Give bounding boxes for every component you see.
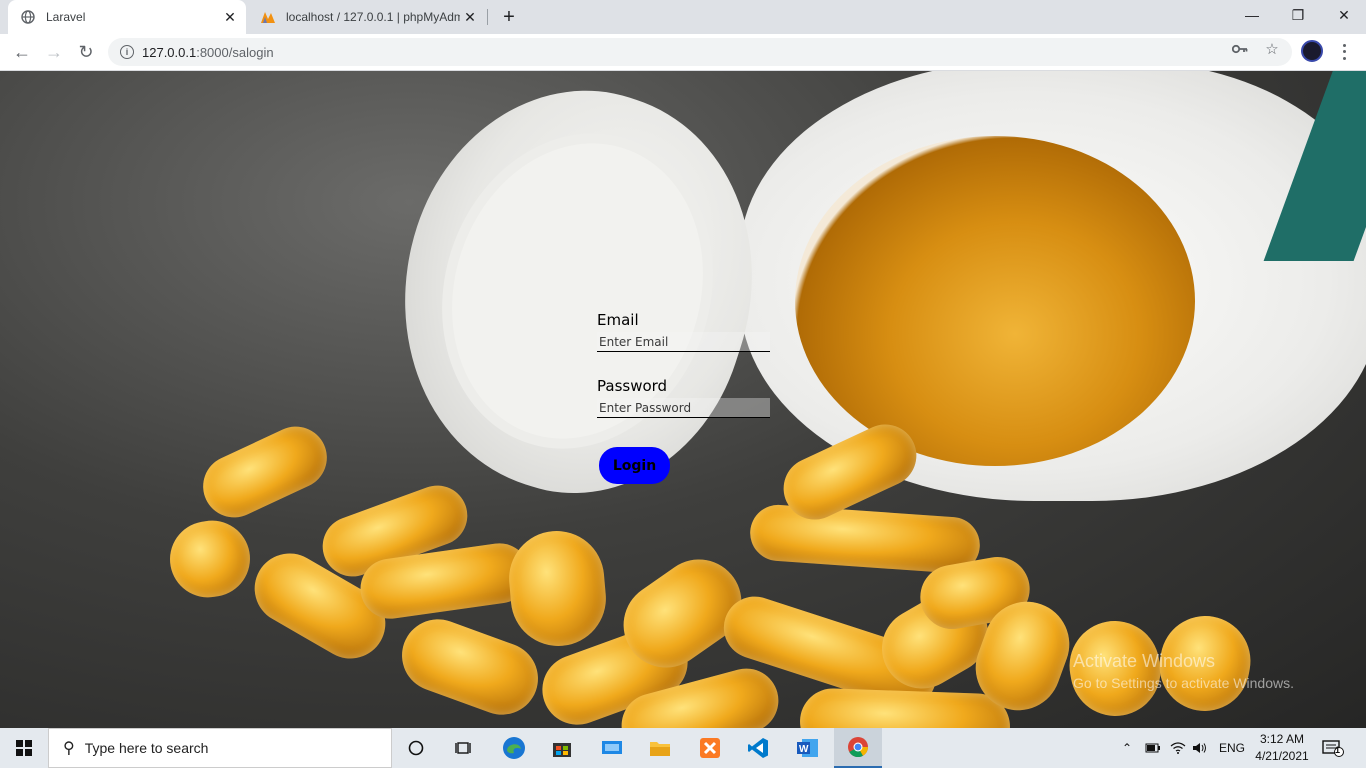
password-label: Password <box>597 377 668 395</box>
login-button[interactable]: Login <box>599 447 670 484</box>
restore-button[interactable]: ❐ <box>1275 0 1321 30</box>
remote-desktop-icon[interactable] <box>588 728 636 768</box>
start-button[interactable] <box>0 728 48 768</box>
browser-toolbar: ← → ↻ i 127.0.0.1:8000/salogin ☆ <box>0 34 1366 71</box>
info-icon[interactable]: i <box>120 45 134 59</box>
edge-icon[interactable] <box>490 728 538 768</box>
search-icon: ⚲ <box>63 740 75 757</box>
key-icon[interactable] <box>1231 40 1249 58</box>
password-field[interactable] <box>597 398 770 418</box>
taskbar-search[interactable]: ⚲ Type here to search <box>48 728 392 768</box>
show-hidden-icons-icon[interactable]: ⌃ <box>1122 728 1132 768</box>
login-page: Email Password Login Activate Windows Go… <box>0 71 1366 728</box>
tab-divider <box>487 9 488 25</box>
watermark-title: Activate Windows <box>1073 651 1216 671</box>
svg-text:W: W <box>799 744 809 755</box>
address-bar[interactable]: i 127.0.0.1:8000/salogin <box>108 38 1292 66</box>
tab-close-icon[interactable]: ✕ <box>460 7 480 27</box>
windows-icon <box>16 740 32 756</box>
vscode-icon[interactable] <box>734 728 782 768</box>
globe-icon <box>20 9 36 25</box>
email-label: Email <box>597 311 639 329</box>
wifi-icon[interactable] <box>1170 728 1186 768</box>
email-field[interactable] <box>597 332 770 352</box>
chrome-icon[interactable] <box>834 728 882 768</box>
volume-icon[interactable] <box>1192 728 1208 768</box>
taskbar: ⚲ Type here to search W ⌃ ENG 3:12 AM 4/… <box>0 728 1366 768</box>
back-button[interactable]: ← <box>8 38 36 66</box>
new-tab-button[interactable]: + <box>498 6 520 28</box>
tab-strip: Laravel ✕ localhost / 127.0.0.1 | phpMyA… <box>0 0 1366 34</box>
activate-windows-watermark: Activate Windows Go to Settings to activ… <box>1073 651 1294 691</box>
cortana-icon[interactable] <box>392 728 440 768</box>
notification-center-icon[interactable]: 1 <box>1322 728 1344 768</box>
xampp-icon[interactable] <box>686 728 734 768</box>
tab-laravel[interactable]: Laravel ✕ <box>8 0 246 34</box>
clock-date: 4/21/2021 <box>1255 749 1309 763</box>
tab-phpmyadmin[interactable]: localhost / 127.0.0.1 | phpMyAdmin ✕ <box>250 0 486 34</box>
notification-count: 1 <box>1335 745 1341 755</box>
url-text: 127.0.0.1:8000/salogin <box>142 45 274 60</box>
tab-title: Laravel <box>46 10 86 24</box>
phpmyadmin-icon <box>260 9 276 25</box>
word-icon[interactable]: W <box>784 728 832 768</box>
language-indicator[interactable]: ENG <box>1219 728 1245 768</box>
menu-icon[interactable] <box>1336 42 1352 62</box>
login-form: Email Password Login <box>597 311 772 484</box>
reload-button[interactable]: ↻ <box>72 38 100 66</box>
battery-icon[interactable] <box>1145 728 1161 768</box>
avatar[interactable] <box>1301 40 1323 62</box>
clock-time: 3:12 AM <box>1259 732 1305 746</box>
tab-title: localhost / 127.0.0.1 | phpMyAdmin <box>286 10 460 24</box>
tab-close-icon[interactable]: ✕ <box>220 7 240 27</box>
close-window-button[interactable]: ✕ <box>1321 0 1366 30</box>
url-host: 127.0.0.1 <box>142 44 197 60</box>
minimize-button[interactable]: — <box>1229 0 1275 30</box>
star-icon[interactable]: ☆ <box>1263 40 1281 58</box>
watermark-subtitle: Go to Settings to activate Windows. <box>1073 675 1294 691</box>
store-icon[interactable] <box>538 728 586 768</box>
search-placeholder: Type here to search <box>84 740 209 756</box>
url-path: :8000/salogin <box>196 44 274 60</box>
task-view-icon[interactable] <box>440 728 488 768</box>
forward-button[interactable]: → <box>40 38 68 66</box>
system-clock[interactable]: 3:12 AM 4/21/2021 <box>1250 731 1314 765</box>
file-explorer-icon[interactable] <box>636 728 684 768</box>
